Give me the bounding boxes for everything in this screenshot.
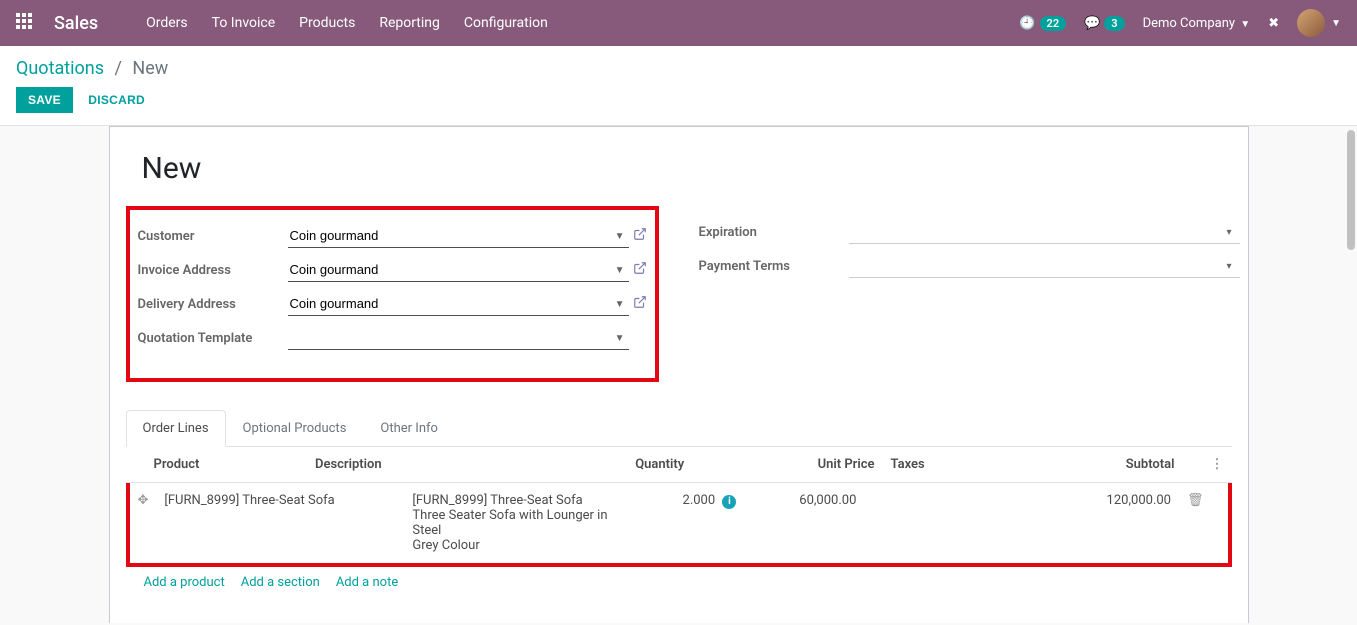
col-unit-price: Unit Price [692,447,882,483]
col-subtotal: Subtotal [1013,447,1182,483]
qty-value: 2.000 [683,493,716,508]
discard-button[interactable]: DISCARD [76,87,157,113]
add-shipping-button[interactable]: ADD SHIPPING [1070,618,1192,623]
company-label: Demo Company [1143,16,1235,31]
chevron-down-icon: ▼ [1331,18,1341,29]
chevron-down-icon: ▼ [1240,19,1250,30]
col-product: Product [146,447,308,483]
info-icon[interactable]: i [722,495,736,509]
apps-icon[interactable] [16,13,36,33]
table-row[interactable]: ✥ [FURN_8999] Three-Seat Sofa [FURN_8999… [130,483,1228,563]
form-view: New Customer ▼ Invoice Address [0,126,1357,623]
col-taxes: Taxes [883,447,1014,483]
add-product-link[interactable]: Add a product [144,575,225,590]
activity-count: 22 [1040,16,1067,31]
clock-icon: 🕘 [1019,16,1035,31]
menu-configuration[interactable]: Configuration [464,15,548,31]
company-switcher[interactable]: Demo Company ▼ [1143,16,1251,31]
activity-indicator[interactable]: 🕘 22 [1019,16,1066,31]
breadcrumb-root[interactable]: Quotations [16,58,104,79]
kebab-icon[interactable]: ⋮ [1211,457,1224,472]
cell-product[interactable]: [FURN_8999] Three-Seat Sofa [156,483,404,563]
cell-description[interactable]: [FURN_8999] Three-Seat Sofa Three Seater… [404,483,644,563]
chevron-down-icon[interactable]: ▼ [615,333,625,344]
chevron-down-icon[interactable]: ▼ [615,231,625,242]
customer-label: Customer [138,229,288,244]
menu-orders[interactable]: Orders [146,15,188,31]
cell-taxes[interactable] [864,483,1069,563]
external-link-icon[interactable] [633,261,647,279]
desc-line: Three Seater Sofa with Lounger in Steel [412,508,636,538]
tab-other-info[interactable]: Other Info [363,410,455,446]
chevron-down-icon[interactable]: ▼ [615,265,625,276]
cell-subtotal: 120,000.00 [1069,483,1179,563]
message-count: 3 [1104,16,1124,31]
messaging-indicator[interactable]: 💬 3 [1084,16,1124,31]
quotation-template-label: Quotation Template [138,331,288,346]
chevron-down-icon[interactable]: ▾ [1226,261,1231,272]
breadcrumb-current: New [132,58,168,79]
control-panel: Quotations / New SAVE DISCARD [0,46,1357,126]
navbar: Sales Orders To Invoice Products Reporti… [0,0,1357,46]
drag-handle-icon[interactable]: ✥ [138,493,149,508]
col-description: Description [307,447,523,483]
chevron-down-icon[interactable]: ▼ [615,299,625,310]
expiration-input[interactable] [849,220,1241,244]
invoice-address-label: Invoice Address [138,263,288,278]
main-menu: Orders To Invoice Products Reporting Con… [146,15,548,31]
add-links: Add a product Add a section Add a note [126,567,1232,598]
desc-line: [FURN_8999] Three-Seat Sofa [412,493,636,508]
cell-unit-price[interactable]: 60,000.00 [744,483,864,563]
customer-highlight-box: Customer ▼ Invoice Address ▼ [126,206,659,382]
footer-actions: ADD SHIPPING [126,598,1232,623]
cell-quantity[interactable]: 2.000 i [644,483,744,563]
debug-icon[interactable]: ✖ [1268,16,1279,31]
tab-optional-products[interactable]: Optional Products [226,410,364,446]
external-link-icon[interactable] [633,227,647,245]
quotation-template-input[interactable] [288,326,629,350]
expiration-label: Expiration [699,225,849,240]
breadcrumb-separator: / [114,58,121,79]
form-sheet: New Customer ▼ Invoice Address [109,126,1249,623]
delivery-address-input[interactable] [288,292,629,316]
menu-reporting[interactable]: Reporting [379,15,440,31]
payment-terms-label: Payment Terms [699,259,849,274]
col-quantity: Quantity [523,447,693,483]
user-menu[interactable]: ▼ [1297,9,1341,37]
order-lines-table: Product Description Quantity Unit Price … [126,447,1232,483]
payment-terms-input[interactable] [849,254,1241,278]
invoice-address-input[interactable] [288,258,629,282]
menu-products[interactable]: Products [299,15,355,31]
page-title: New [142,151,1232,186]
tab-order-lines[interactable]: Order Lines [126,410,226,447]
chevron-down-icon[interactable]: ▾ [1226,227,1231,238]
tabs: Order Lines Optional Products Other Info [126,410,1232,447]
menu-to-invoice[interactable]: To Invoice [212,15,276,31]
chat-icon: 💬 [1084,16,1100,31]
desc-line: Grey Colour [412,538,636,553]
trash-icon[interactable]: 🗑 [1187,493,1204,508]
add-note-link[interactable]: Add a note [336,575,398,590]
external-link-icon[interactable] [633,295,647,313]
app-brand[interactable]: Sales [54,13,98,34]
order-line-highlight-box: ✥ [FURN_8999] Three-Seat Sofa [FURN_8999… [126,483,1232,567]
save-button[interactable]: SAVE [16,87,73,113]
customer-input[interactable] [288,224,629,248]
add-section-link[interactable]: Add a section [241,575,320,590]
scrollbar[interactable] [1347,130,1355,250]
breadcrumb: Quotations / New [16,58,1341,79]
delivery-address-label: Delivery Address [138,297,288,312]
avatar [1297,9,1325,37]
